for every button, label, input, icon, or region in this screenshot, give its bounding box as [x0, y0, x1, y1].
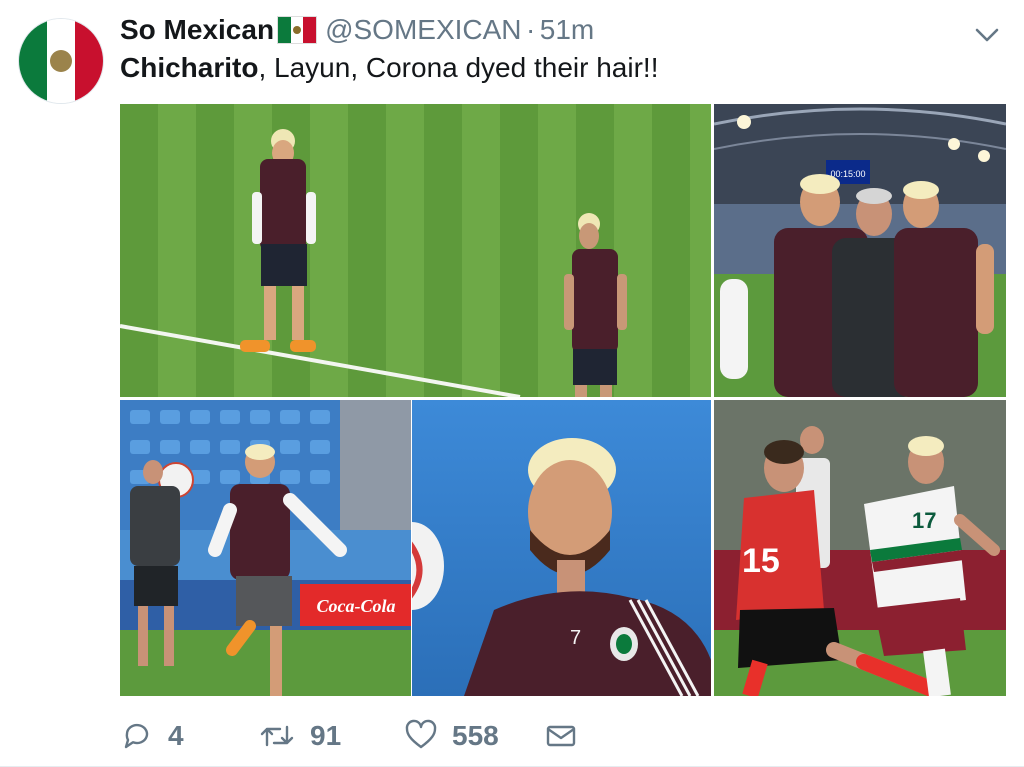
timestamp[interactable]: 51m [540, 14, 594, 45]
photo-stadium-group[interactable]: 00:15:00 [714, 104, 1006, 397]
photo-juggling[interactable]: Coca-Cola [120, 400, 411, 696]
media-grid: 00:15:00 Coca-Cola 7 15 17 [120, 104, 1006, 696]
mention-text[interactable]: Chicharito [120, 52, 258, 83]
mail-icon [546, 725, 576, 747]
reply-icon [124, 723, 149, 749]
photo-pitch-training[interactable] [120, 104, 711, 397]
message-button[interactable] [544, 716, 578, 756]
photo-closeup-scene: 7 [412, 438, 711, 696]
avatar-flag-green [19, 19, 47, 103]
jersey-number-korea: 15 [742, 542, 780, 580]
like-count: 558 [452, 720, 499, 751]
avatar[interactable] [18, 18, 104, 104]
tweet-text: Chicharito, Layun, Corona dyed their hai… [120, 52, 658, 84]
tweet-text-rest: , Layun, Corona dyed their hair!! [258, 52, 659, 83]
scoreboard-time: 00:15:00 [830, 169, 865, 179]
tweet-header: So Mexican @SOMEXICAN · 51m [120, 14, 1004, 54]
tweet-actions: 4 91 558 [120, 716, 600, 756]
display-name[interactable]: So Mexican [120, 14, 274, 45]
reply-button[interactable]: 4 [120, 716, 184, 756]
photo-closeup[interactable]: 7 [412, 400, 711, 696]
jersey-number-mexico: 17 [912, 508, 936, 533]
avatar-flag-white [47, 19, 75, 103]
reply-count: 4 [168, 720, 184, 751]
banner-coca-cola: Coca-Cola [317, 596, 396, 616]
like-button[interactable]: 558 [404, 716, 499, 756]
retweet-icon [260, 725, 294, 747]
photo-juggling-scene: Coca-Cola [120, 400, 411, 696]
separator-dot: · [525, 14, 536, 45]
heart-icon [405, 719, 437, 749]
retweet-count: 91 [310, 720, 342, 751]
photo-match-action[interactable]: 15 17 [714, 400, 1006, 696]
user-handle[interactable]: @SOMEXICAN [325, 14, 521, 45]
flag-mexico-icon [277, 16, 318, 44]
jersey-number: 7 [570, 627, 581, 649]
chevron-down-icon[interactable] [972, 20, 1002, 50]
photo-stadium-scene: 00:15:00 [714, 104, 1006, 397]
avatar-emblem [50, 50, 72, 72]
retweet-button[interactable]: 91 [258, 716, 341, 756]
photo-match-scene: 15 17 [714, 400, 1006, 696]
avatar-flag-red [75, 19, 103, 103]
photo-pitch-scene [120, 129, 627, 397]
